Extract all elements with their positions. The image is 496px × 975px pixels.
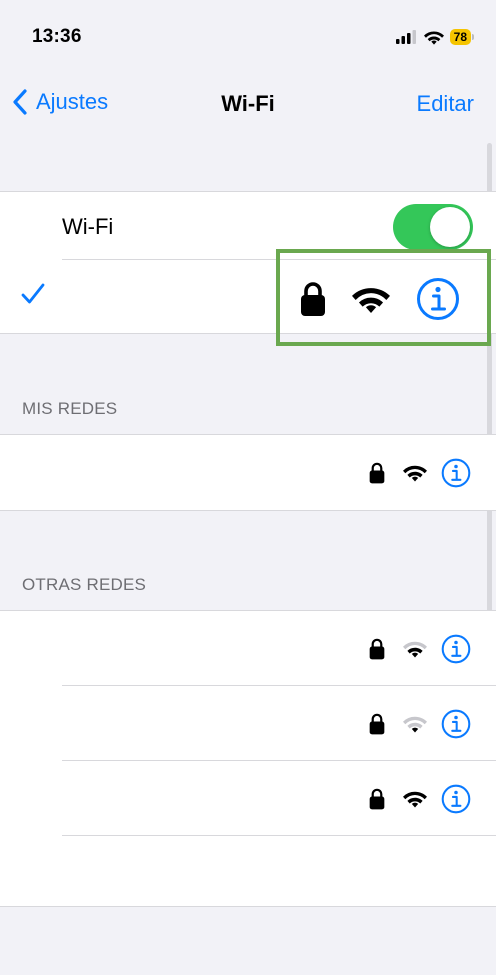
network-row[interactable] xyxy=(0,761,496,836)
battery-tip xyxy=(472,34,474,40)
network-row[interactable] xyxy=(0,686,496,761)
status-bar: 13:36 78 xyxy=(0,0,496,72)
info-icon[interactable] xyxy=(441,784,471,814)
lock-icon xyxy=(369,788,385,810)
nav-bar: Ajustes Wi-Fi Editar xyxy=(0,72,496,136)
other-networks-group xyxy=(0,610,496,907)
info-icon[interactable] xyxy=(441,458,471,488)
network-row[interactable] xyxy=(0,611,496,686)
toggle-knob xyxy=(430,207,470,247)
status-icons: 78 xyxy=(395,27,474,47)
status-time: 13:36 xyxy=(32,26,82,47)
info-icon[interactable] xyxy=(441,709,471,739)
network-icons xyxy=(369,634,471,664)
wifi-toggle[interactable] xyxy=(393,204,473,250)
wifi-toggle-label: Wi-Fi xyxy=(62,214,114,239)
signal-bars-icon xyxy=(395,30,416,44)
edit-button[interactable]: Editar xyxy=(417,91,474,117)
battery-icon: 78 xyxy=(449,29,474,45)
row-separator xyxy=(62,835,496,836)
lock-icon xyxy=(369,462,385,484)
wifi-icon xyxy=(403,641,427,658)
wifi-icon xyxy=(403,716,427,733)
info-icon[interactable] xyxy=(441,634,471,664)
network-row[interactable] xyxy=(0,435,496,510)
lock-icon xyxy=(369,638,385,660)
section-header-other-networks: OTRAS REDES xyxy=(22,575,147,594)
wifi-icon xyxy=(403,465,427,482)
network-icons xyxy=(369,709,471,739)
highlight-box xyxy=(276,249,491,346)
lock-icon xyxy=(369,713,385,735)
wifi-icon xyxy=(423,30,444,45)
battery-level: 78 xyxy=(449,29,471,45)
section-header-my-networks: MIS REDES xyxy=(22,399,118,418)
wifi-icon xyxy=(403,791,427,808)
checkmark-icon xyxy=(21,283,45,304)
my-networks-group xyxy=(0,434,496,511)
network-icons xyxy=(369,458,471,488)
network-icons xyxy=(369,784,471,814)
